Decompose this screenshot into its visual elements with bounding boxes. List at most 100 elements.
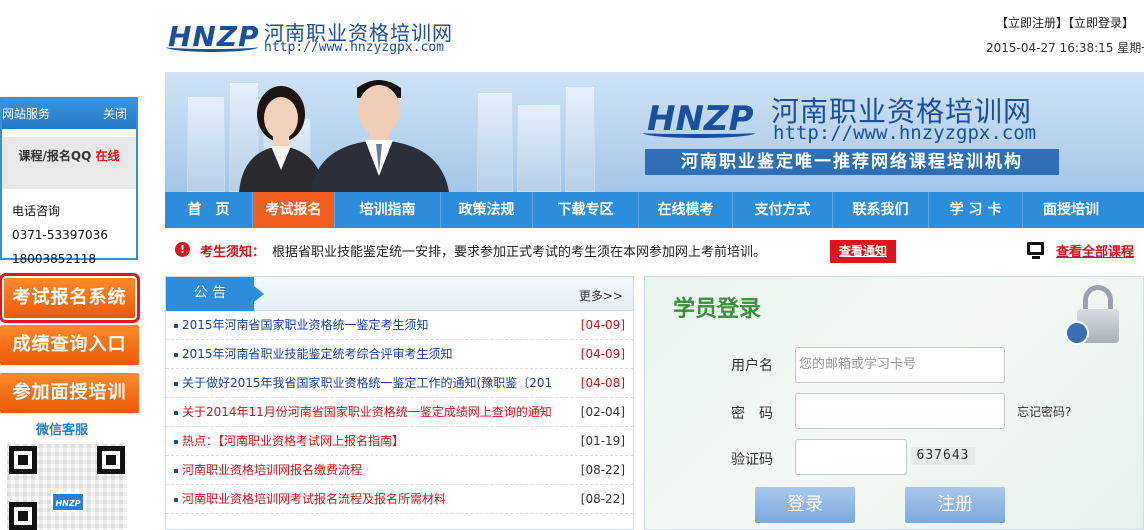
nav-payment[interactable]: 支付方式 bbox=[733, 192, 833, 228]
announcement-date: [02-04] bbox=[580, 405, 625, 419]
login-button[interactable]: 登录 bbox=[755, 487, 855, 523]
announcement-date: [04-09] bbox=[580, 347, 625, 361]
nav-face-training[interactable]: 面授培训 bbox=[1023, 192, 1119, 228]
announcement-date: [04-09] bbox=[580, 318, 625, 332]
building-graphic bbox=[517, 104, 561, 192]
site-logo[interactable]: HNZP 河南职业资格培训网 http://www.hnzyzgpx.com bbox=[166, 16, 468, 56]
monitor-icon bbox=[1027, 242, 1044, 259]
qr-finder-icon bbox=[9, 502, 37, 530]
announcement-date: [04-08] bbox=[580, 376, 625, 390]
nav-policies[interactable]: 政策法规 bbox=[441, 192, 533, 228]
password-input[interactable] bbox=[795, 393, 1005, 429]
qr-finder-icon bbox=[97, 446, 125, 474]
qr-finder-icon bbox=[9, 446, 37, 474]
phone-number-2: 18003852118 bbox=[12, 252, 96, 266]
login-title: 学员登录 bbox=[673, 297, 762, 322]
password-label: 密 码 bbox=[731, 406, 773, 422]
notice-bar: ! 考生须知： 根据省职业技能鉴定统一安排，要求参加正式考试的考生须在本网参加网… bbox=[165, 230, 1144, 270]
building-graphic bbox=[187, 96, 225, 192]
qq-status: 在线 bbox=[95, 149, 120, 163]
nav-home[interactable]: 首 页 bbox=[165, 192, 253, 228]
banner-slogan: 河南职业鉴定唯一推荐网络课程培训机构 bbox=[645, 149, 1059, 175]
captcha-input[interactable] bbox=[795, 439, 907, 475]
announcements-tabbar: 公 告 更多>> bbox=[166, 277, 633, 311]
wechat-service-title: 微信客服 bbox=[36, 423, 89, 438]
phone-title: 电话咨询 bbox=[12, 204, 61, 218]
announcement-item[interactable]: 河南职业资格培训网报名缴费流程 [08-22] bbox=[166, 456, 633, 485]
wechat-qr-code-icon: HNZP bbox=[7, 444, 127, 530]
score-query-button[interactable]: 成绩查询入口 bbox=[0, 325, 139, 365]
captcha-label: 验证码 bbox=[731, 452, 773, 468]
qq-label: 课程/报名QQ bbox=[18, 149, 92, 163]
service-header: 网站服务 关闭 bbox=[2, 99, 136, 129]
more-announcements-link[interactable]: 更多>> bbox=[579, 287, 623, 304]
student-login-panel: 学员登录 用户名 您的邮箱或学习卡号 密 码 忘记密码? 验证码 637643 … bbox=[644, 276, 1144, 530]
hero-banner: HNZP 河南职业资格培训网 http://www.hnzyzgpx.com 河… bbox=[165, 72, 1144, 192]
announcement-title[interactable]: 关于做好2015年我省国家职业资格统一鉴定工作的通知(豫职鉴〔201 bbox=[182, 369, 562, 398]
announcement-item[interactable]: 2015年河南省职业技能鉴定统考综合评审考生须知 [04-09] bbox=[166, 340, 633, 369]
notice-text: 根据省职业技能鉴定统一安排，要求参加正式考试的考生须在本网参加网上考前培训。 bbox=[272, 245, 767, 260]
announcement-item[interactable]: 关于2014年11月份河南省国家职业资格统一鉴定成绩网上查询的通知 [02-04] bbox=[166, 398, 633, 427]
nav-downloads[interactable]: 下载专区 bbox=[533, 192, 639, 228]
warning-icon: ! bbox=[175, 242, 190, 257]
register-link[interactable]: 【立即注册】 bbox=[996, 16, 1068, 30]
lock-user-icon bbox=[1065, 285, 1133, 349]
bullet-icon bbox=[174, 323, 178, 328]
building-graphic bbox=[565, 86, 595, 192]
bullet-icon bbox=[174, 497, 178, 502]
face-training-button[interactable]: 参加面授培训 bbox=[0, 373, 139, 413]
bullet-icon bbox=[174, 468, 178, 473]
announcement-title[interactable]: 河南职业资格培训网考试报名流程及报名所需材料 bbox=[182, 485, 562, 514]
forgot-password-link[interactable]: 忘记密码? bbox=[1017, 403, 1071, 420]
exam-registration-system-button[interactable]: 考试报名系统 bbox=[0, 273, 140, 323]
announcements-list: 2015年河南省国家职业资格统一鉴定考生须知 [04-09] 2015年河南省职业… bbox=[166, 311, 633, 514]
qr-center-logo: HNZP bbox=[51, 492, 85, 512]
service-title: 网站服务 bbox=[2, 107, 51, 121]
notice-label: 考生须知： bbox=[200, 245, 266, 260]
bullet-icon bbox=[174, 410, 178, 415]
bullet-icon bbox=[174, 439, 178, 444]
announcement-title[interactable]: 河南职业资格培训网报名缴费流程 bbox=[182, 456, 562, 485]
banner-swoosh-icon bbox=[643, 128, 755, 138]
announcement-item[interactable]: 2015年河南省国家职业资格统一鉴定考生须知 [04-09] bbox=[166, 311, 633, 340]
nav-study-card[interactable]: 学 习 卡 bbox=[929, 192, 1023, 228]
main-nav: 首 页 考试报名 培训指南 政策法规 下载专区 在线模考 支付方式 联系我们 学… bbox=[165, 192, 1144, 228]
nav-training-guide[interactable]: 培训指南 bbox=[335, 192, 441, 228]
announcement-item[interactable]: 关于做好2015年我省国家职业资格统一鉴定工作的通知(豫职鉴〔201 [04-08… bbox=[166, 369, 633, 398]
announcement-title[interactable]: 2015年河南省国家职业资格统一鉴定考生须知 bbox=[182, 311, 562, 340]
qq-contact[interactable]: 课程/报名QQ 在线 bbox=[2, 137, 136, 189]
announcement-title[interactable]: 热点：【河南职业资格考试网上报名指南】 bbox=[182, 427, 562, 456]
top-links: 【立即注册】【立即登录】 bbox=[996, 14, 1134, 31]
man-photo-icon bbox=[311, 80, 449, 192]
nav-exam-registration[interactable]: 考试报名 bbox=[253, 192, 335, 228]
username-input[interactable]: 您的邮箱或学习卡号 bbox=[795, 347, 1005, 383]
login-link[interactable]: 【立即登录】 bbox=[1068, 16, 1134, 30]
building-graphic bbox=[477, 92, 513, 192]
username-label: 用户名 bbox=[731, 358, 773, 374]
online-service-panel: 网站服务 关闭 课程/报名QQ 在线 电话咨询 0371-53397036 18… bbox=[0, 97, 138, 266]
captcha-image[interactable]: 637643 bbox=[911, 447, 975, 465]
announcements-panel: 公 告 更多>> 2015年河南省国家职业资格统一鉴定考生须知 [04-09] 2… bbox=[165, 276, 634, 530]
nav-contact[interactable]: 联系我们 bbox=[833, 192, 929, 228]
announcement-item[interactable]: 热点：【河南职业资格考试网上报名指南】 [01-19] bbox=[166, 427, 633, 456]
register-button[interactable]: 注册 bbox=[905, 487, 1005, 523]
bullet-icon bbox=[174, 352, 178, 357]
user-icon bbox=[1065, 321, 1089, 345]
bullet-icon bbox=[174, 381, 178, 386]
logo-site-url: http://www.hnzyzgpx.com bbox=[264, 40, 445, 55]
logo-swoosh-icon bbox=[166, 42, 258, 52]
current-datetime: 2015-04-27 16:38:15 星期一 bbox=[986, 41, 1144, 55]
announcement-item[interactable]: 河南职业资格培训网考试报名流程及报名所需材料 [08-22] bbox=[166, 485, 633, 514]
tab-announcements[interactable]: 公 告 bbox=[166, 277, 264, 311]
service-close-button[interactable]: 关闭 bbox=[103, 99, 127, 129]
announcement-date: [01-19] bbox=[580, 434, 625, 448]
announcement-date: [08-22] bbox=[580, 463, 625, 477]
announcement-title[interactable]: 关于2014年11月份河南省国家职业资格统一鉴定成绩网上查询的通知 bbox=[182, 398, 562, 427]
phone-contact: 电话咨询 0371-53397036 18003852118 bbox=[2, 189, 136, 271]
nav-mock-exam[interactable]: 在线模考 bbox=[639, 192, 733, 228]
view-notice-button[interactable]: 查看通知 bbox=[830, 240, 896, 263]
announcement-title[interactable]: 2015年河南省职业技能鉴定统考综合评审考生须知 bbox=[182, 340, 562, 369]
view-all-courses-link[interactable]: 查看全部课程 bbox=[1056, 241, 1134, 260]
announcement-date: [08-22] bbox=[580, 492, 625, 506]
banner-site-url: http://www.hnzyzgpx.com bbox=[773, 122, 1037, 144]
